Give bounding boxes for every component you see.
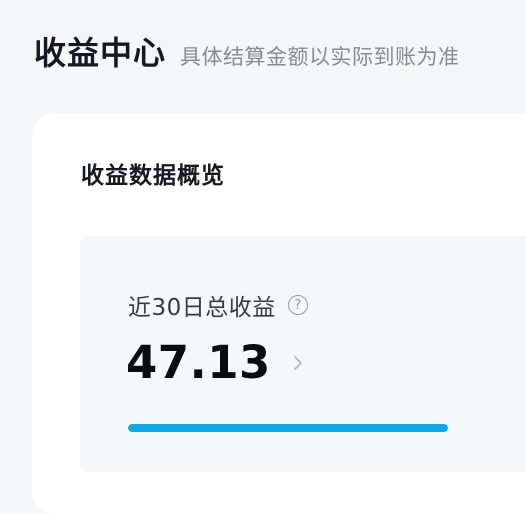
earnings-overview-card: 收益数据概览 近30日总收益 ? 47.13 [32,114,526,514]
page-subtitle: 具体结算金额以实际到账为准 [180,45,460,69]
stat-label: 近30日总收益 [128,295,276,321]
question-circle-icon[interactable]: ? [287,295,308,315]
page-title: 收益中心 [34,34,167,72]
chevron-right-icon [293,355,303,371]
stat-label-row: 近30日总收益 ? [128,288,308,322]
page-header: 收益中心 具体结算金额以实际到账为准 [34,28,460,74]
card-title: 收益数据概览 [81,163,225,189]
earnings-progress-bar [128,424,448,432]
earnings-progress-fill [128,424,448,432]
total-earnings-panel: 近30日总收益 ? 47.13 [80,236,526,472]
stat-value: 47.13 [126,336,271,389]
stat-value-link[interactable]: 47.13 [126,340,303,385]
